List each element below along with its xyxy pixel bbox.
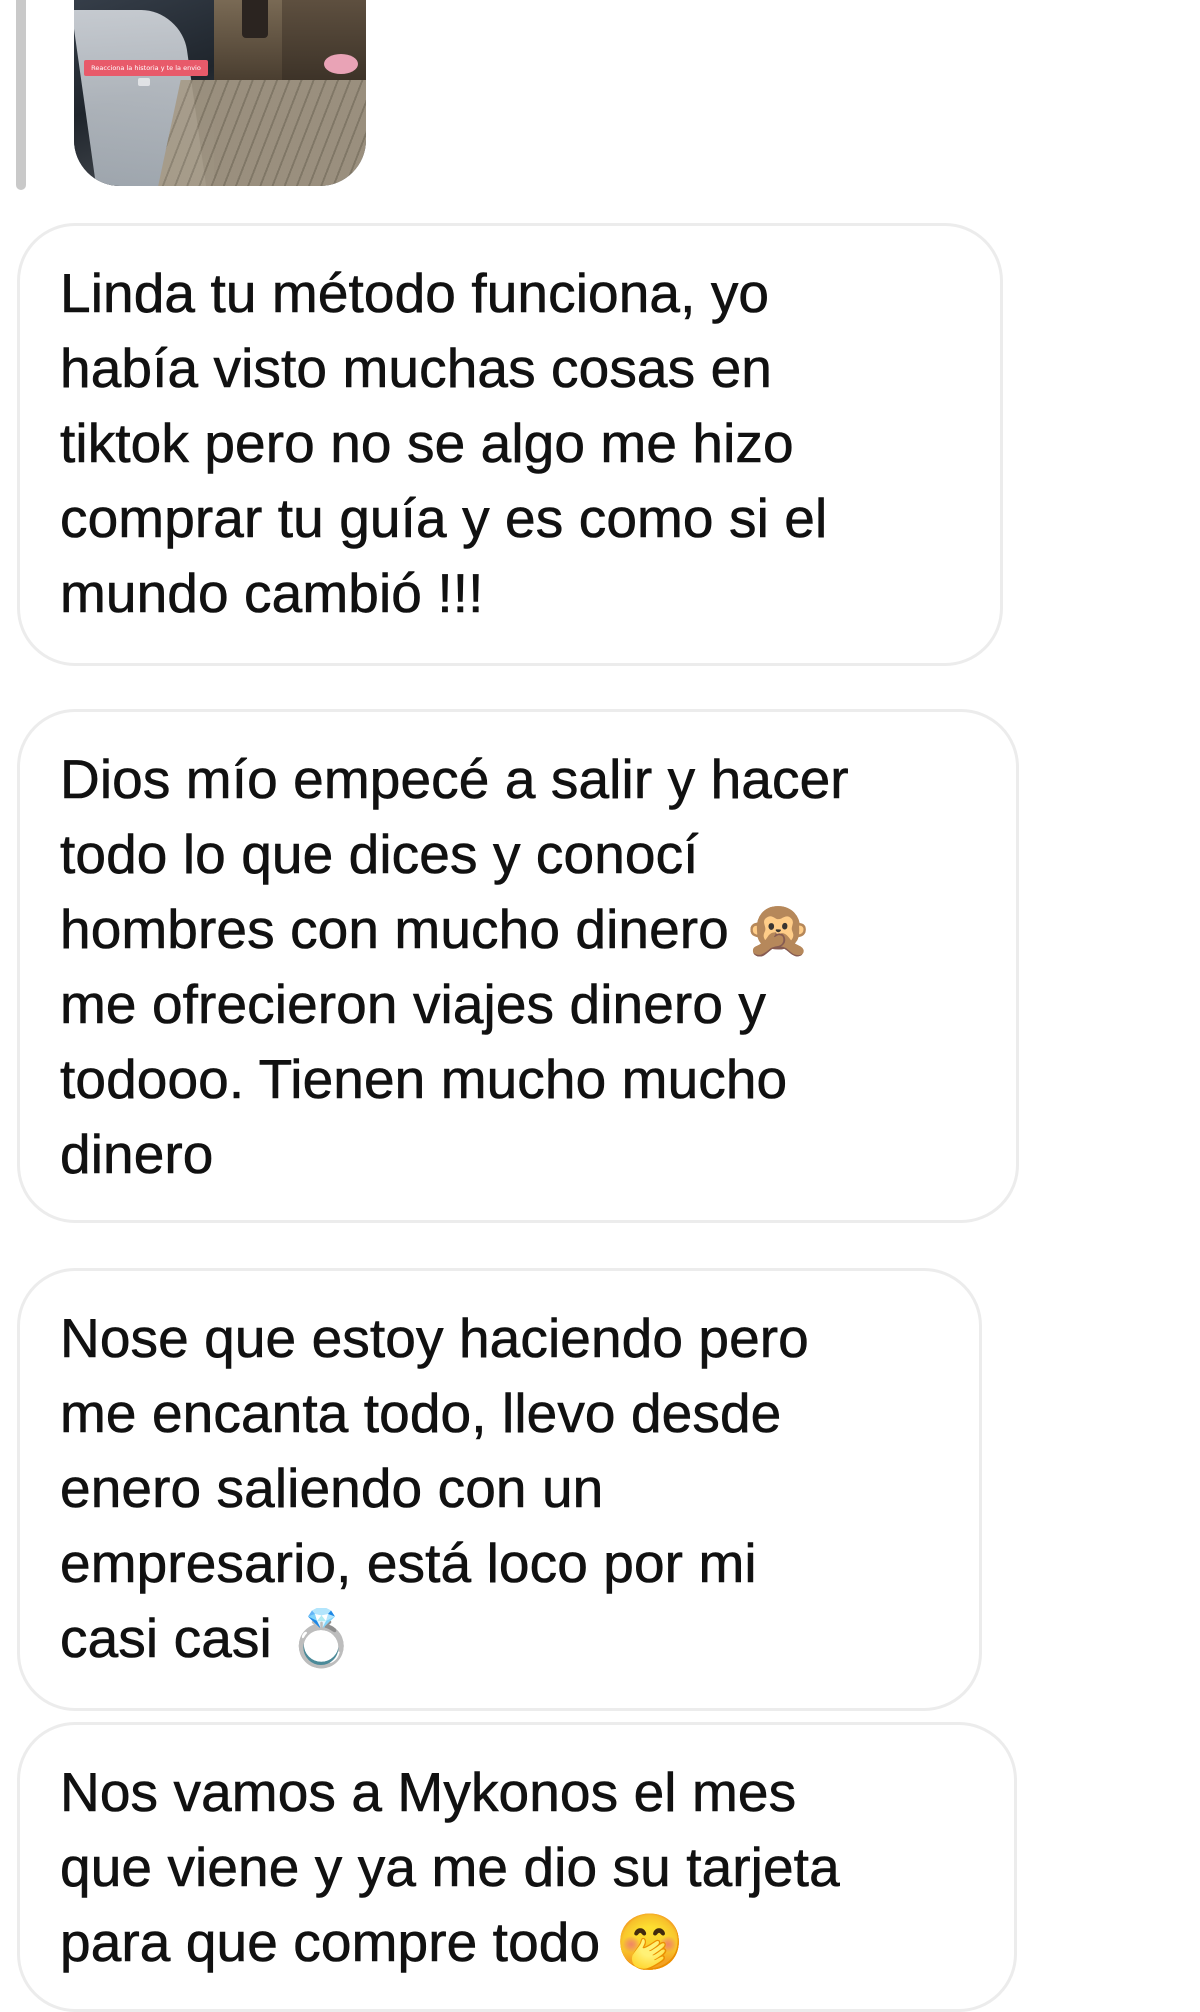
message-text: Linda tu método funciona, yo había visto… xyxy=(60,262,828,625)
message-text: Nos vamos a Mykonos el mes que viene y y… xyxy=(60,1761,840,1974)
message-bubble[interactable]: Nose que estoy haciendo pero me encanta … xyxy=(17,1268,982,1711)
message-text: Nose que estoy haciendo pero me encanta … xyxy=(60,1307,809,1670)
thumbnail-yacht-deck xyxy=(157,80,366,186)
message-bubble[interactable]: Nos vamos a Mykonos el mes que viene y y… xyxy=(17,1722,1017,2012)
reply-indicator-bar xyxy=(16,0,26,190)
message-text: Dios mío empecé a salir y hacer todo lo … xyxy=(60,748,849,1186)
thumbnail-flowers xyxy=(324,54,358,74)
story-caption-sub xyxy=(138,78,150,86)
message-bubble[interactable]: Linda tu método funciona, yo había visto… xyxy=(17,223,1003,666)
story-caption: Reacciona la historia y te la envio xyxy=(84,60,208,76)
thumbnail-person-figure xyxy=(242,0,268,38)
story-reply-thumbnail[interactable]: Reacciona la historia y te la envio xyxy=(74,0,366,186)
message-bubble[interactable]: Dios mío empecé a salir y hacer todo lo … xyxy=(17,709,1019,1223)
